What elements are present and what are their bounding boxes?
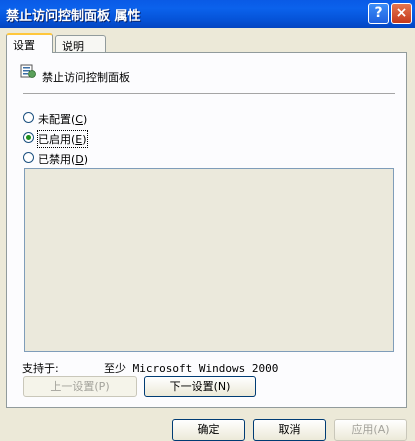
radio-circle[interactable] xyxy=(23,152,34,163)
previous-setting-button[interactable]: 上一设置(P) xyxy=(23,376,137,397)
radio-label: 未配置 xyxy=(38,113,71,126)
policy-name: 禁止访问控制面板 xyxy=(42,71,130,84)
accelerator-key: E xyxy=(75,133,83,146)
radio-label: 已启用 xyxy=(38,133,71,146)
options-area xyxy=(24,168,394,352)
accelerator-key: C xyxy=(75,113,83,126)
divider xyxy=(23,93,395,94)
next-setting-button[interactable]: 下一设置(N) xyxy=(144,376,256,397)
help-button[interactable]: ? xyxy=(368,3,389,24)
window-title: 禁止访问控制面板 属性 xyxy=(6,9,141,24)
ok-button[interactable]: 确定 xyxy=(172,419,245,441)
supported-label: 支持于: xyxy=(22,362,59,375)
tab-settings[interactable]: 设置 xyxy=(6,33,53,53)
cancel-button[interactable]: 取消 xyxy=(253,419,326,441)
policy-icon xyxy=(20,64,36,78)
tab-explain[interactable]: 说明 xyxy=(55,35,106,53)
title-bar[interactable]: 禁止访问控制面板 属性 ? × xyxy=(0,0,415,28)
supported-value: 至少 Microsoft Windows 2000 xyxy=(104,362,279,375)
apply-button[interactable]: 应用(A) xyxy=(334,419,407,441)
radio-circle[interactable] xyxy=(23,112,34,123)
close-button[interactable]: × xyxy=(391,3,412,24)
settings-panel: 禁止访问控制面板 未配置(C) 已启用(E) 已禁用(D) 支持于: 至少 Mi… xyxy=(6,52,407,408)
radio-label: 已禁用 xyxy=(38,153,71,166)
radio-circle-selected[interactable] xyxy=(23,132,34,143)
accelerator-key: D xyxy=(75,153,84,166)
